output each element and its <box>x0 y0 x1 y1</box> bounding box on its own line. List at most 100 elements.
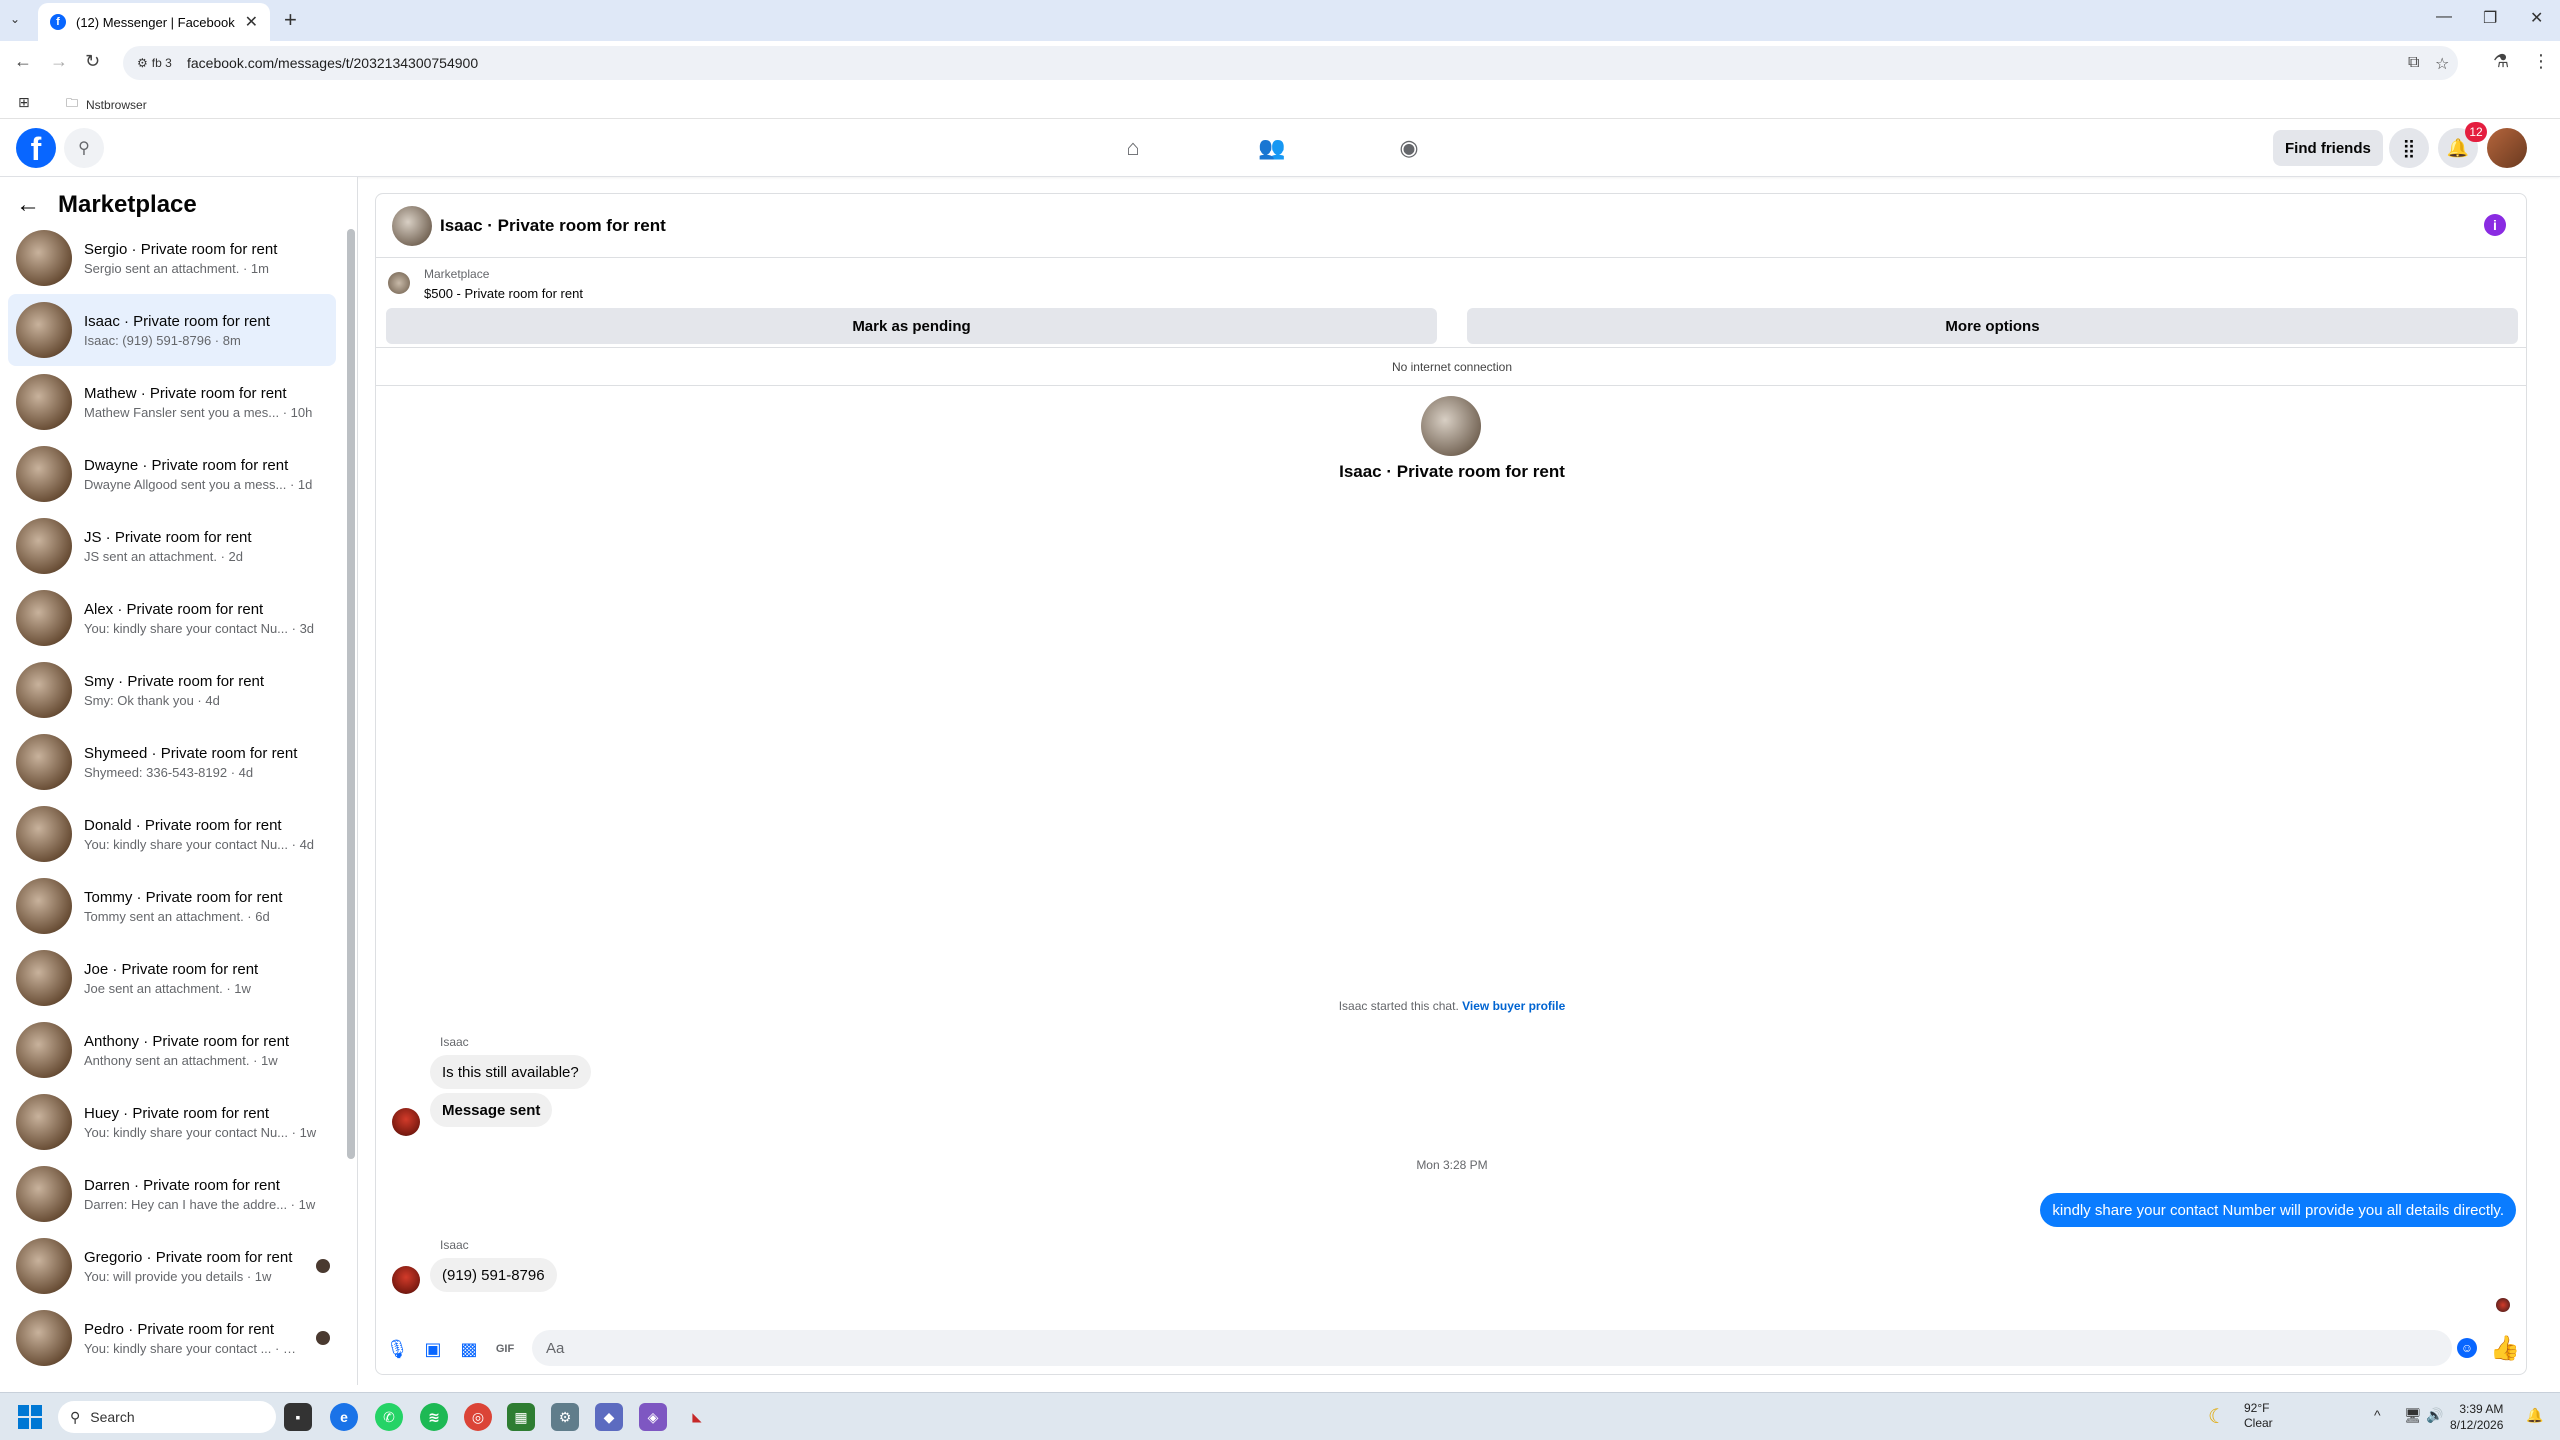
gif-icon[interactable]: GIF <box>494 1338 516 1360</box>
task-view-icon[interactable]: ▪ <box>284 1403 312 1431</box>
groups-icon[interactable]: ◉ <box>1394 133 1424 163</box>
sticker-icon[interactable]: ▩ <box>458 1338 480 1360</box>
bookmark-star-icon[interactable]: ☆ <box>2435 54 2449 74</box>
minimize-icon[interactable]: — <box>2436 8 2452 26</box>
conversation-preview: JS sent an attachment. · 2d <box>84 548 243 564</box>
edge-icon[interactable]: e <box>330 1403 358 1431</box>
conversation-item-active[interactable]: Isaac · Private room for rent Isaac: (919… <box>8 294 336 366</box>
profile-avatar[interactable] <box>2487 128 2527 168</box>
restore-icon[interactable]: ❐ <box>2483 8 2497 28</box>
conversation-item[interactable]: Sergio · Private room for rent Sergio sen… <box>8 222 336 294</box>
conversation-item[interactable]: Pedro · Private room for rent You: kindly… <box>8 1302 336 1374</box>
photo-icon[interactable]: ▣ <box>422 1338 444 1360</box>
install-app-icon[interactable]: ⧉ <box>2408 54 2419 72</box>
seen-avatar <box>316 1331 330 1345</box>
conversation-item[interactable]: Joe · Private room for rent Joe sent an a… <box>8 942 336 1014</box>
home-icon[interactable]: ⌂ <box>1118 133 1148 163</box>
spreadsheet-icon[interactable]: ▦ <box>507 1403 535 1431</box>
conversation-name: Anthony · Private room for rent <box>84 1032 290 1050</box>
info-icon[interactable]: i <box>2484 214 2506 236</box>
view-buyer-profile-link[interactable]: View buyer profile <box>1462 999 1565 1013</box>
listing-price[interactable]: $500 - Private room for rent <box>424 286 583 301</box>
settings-icon[interactable]: ⚙ <box>551 1403 579 1431</box>
search-icon[interactable]: ⚲ <box>64 128 104 168</box>
emoji-icon[interactable]: ☺ <box>2457 1338 2477 1358</box>
my-message-bubble[interactable]: kindly share your contact Number will pr… <box>2040 1193 2516 1227</box>
message-bubble[interactable]: (919) 591-8796 <box>430 1258 557 1292</box>
chevron-up-icon[interactable]: ^ <box>2374 1407 2381 1423</box>
close-window-icon[interactable]: ✕ <box>2530 8 2543 28</box>
more-options-button[interactable]: More options <box>1467 308 2518 344</box>
conversation-item[interactable]: Smy · Private room for rent Smy: Ok thank… <box>8 654 336 726</box>
message-bubble[interactable]: Is this still available? <box>430 1055 591 1089</box>
browser-app-icon[interactable]: ◈ <box>639 1403 667 1431</box>
url-text[interactable]: facebook.com/messages/t/2032134300754900 <box>187 55 478 71</box>
app-icon[interactable]: ◆ <box>595 1403 623 1431</box>
sender-avatar[interactable] <box>392 1108 420 1136</box>
conversation-preview: You: kindly share your contact Nu... · 4… <box>84 836 315 852</box>
facebook-logo-icon[interactable]: f <box>16 128 56 168</box>
chat-started-note: Isaac started this chat. View buyer prof… <box>376 999 2526 1013</box>
bookmarks-bar: ⊞ 🗀 Nstbrowser <box>0 85 2560 119</box>
sender-avatar[interactable] <box>392 1266 420 1294</box>
close-tab-icon[interactable]: ✕ <box>245 12 258 32</box>
conversation-item[interactable]: Huey · Private room for rent You: kindly … <box>8 1086 336 1158</box>
notification-bell-icon[interactable]: 🔔 <box>2526 1407 2543 1424</box>
friends-icon[interactable]: 👥 <box>1257 133 1287 163</box>
conversation-item[interactable]: Mathew · Private room for rent Mathew Fan… <box>8 366 336 438</box>
network-icon[interactable]: 🖥 <box>2404 1407 2422 1424</box>
microphone-icon[interactable]: 🎙 <box>386 1338 409 1360</box>
clock[interactable]: 3:39 AM 8/12/2026 <box>2450 1401 2503 1433</box>
conversation-item[interactable]: Tommy · Private room for rent Tommy sent … <box>8 870 336 942</box>
chrome-icon[interactable]: ◎ <box>464 1403 492 1431</box>
conversation-preview: You: will provide you details · 1w <box>84 1268 272 1284</box>
address-bar[interactable]: ⚙ fb 3 facebook.com/messages/t/2032134300… <box>123 46 2458 80</box>
conversation-item[interactable]: Donald · Private room for rent You: kindl… <box>8 798 336 870</box>
conversation-item[interactable]: Dwayne · Private room for rent Dwayne All… <box>8 438 336 510</box>
conversation-preview: Joe sent an attachment. · 1w <box>84 980 251 996</box>
taskbar-search[interactable]: ⚲ Search <box>58 1401 276 1433</box>
apps-grid-icon[interactable]: ⊞ <box>18 94 30 111</box>
labs-icon[interactable]: ⚗ <box>2493 51 2509 72</box>
listing-thumbnail <box>16 1166 72 1222</box>
new-tab-icon[interactable]: + <box>284 7 297 33</box>
bookmark-nstbrowser[interactable]: 🗀 Nstbrowser <box>66 94 147 115</box>
conversation-name: Huey · Private room for rent <box>84 1104 270 1122</box>
conversation-item[interactable]: Gregorio · Private room for rent You: wil… <box>8 1230 336 1302</box>
chat-avatar[interactable] <box>392 206 432 246</box>
conversation-item[interactable]: JS · Private room for rent JS sent an att… <box>8 510 336 582</box>
menu-icon[interactable]: ⋮ <box>2532 51 2550 72</box>
message-input[interactable]: Aa <box>532 1330 2452 1366</box>
profile-chip[interactable]: ⚙ fb 3 <box>131 53 178 73</box>
like-icon[interactable]: 👍 <box>2490 1334 2520 1363</box>
back-icon[interactable]: ← <box>14 51 32 72</box>
conversation-preview: Tommy sent an attachment. · 6d <box>84 908 270 924</box>
tab-search-icon[interactable]: ⌄ <box>10 12 20 26</box>
reload-icon[interactable]: ↻ <box>85 51 100 72</box>
conversation-list: Sergio · Private room for rent Sergio sen… <box>8 222 336 1374</box>
chat-title[interactable]: Isaac · Private room for rent <box>440 216 666 236</box>
conversation-item[interactable]: Darren · Private room for rent Darren: He… <box>8 1158 336 1230</box>
find-friends-button[interactable]: Find friends <box>2273 130 2383 166</box>
conversation-item[interactable]: Alex · Private room for rent You: kindly … <box>8 582 336 654</box>
small-app-icon[interactable]: ◣ <box>683 1403 711 1431</box>
message-bubble[interactable]: Message sent <box>430 1093 553 1127</box>
windows-taskbar: ⚲ Search ▪ e ✆ ≋ ◎ ▦ ⚙ ◆ ◈ ◣ ☾ 92°F Clear … <box>0 1392 2560 1440</box>
menu-grid-icon[interactable]: ⣿ <box>2389 128 2429 168</box>
sidebar-scrollbar[interactable] <box>346 229 356 1329</box>
conversation-preview: Sergio sent an attachment. · 1m <box>84 260 269 276</box>
back-arrow-icon[interactable]: ← <box>16 191 40 219</box>
forward-icon[interactable]: → <box>50 51 68 72</box>
message-composer: 🎙 ▣ ▩ GIF Aa ☺ 👍 <box>376 1322 2526 1374</box>
browser-tab[interactable]: f (12) Messenger | Facebook ✕ <box>38 3 270 41</box>
conversation-item[interactable]: Shymeed · Private room for rent Shymeed: … <box>8 726 336 798</box>
start-icon[interactable] <box>18 1405 42 1429</box>
volume-icon[interactable]: 🔊 <box>2426 1407 2443 1424</box>
listing-thumbnail <box>16 374 72 430</box>
weather-widget[interactable]: 92°F Clear <box>2244 1401 2273 1431</box>
conversation-item[interactable]: Anthony · Private room for rent Anthony s… <box>8 1014 336 1086</box>
scrollbar-thumb[interactable] <box>347 229 355 1159</box>
whatsapp-icon[interactable]: ✆ <box>375 1403 403 1431</box>
mark-pending-button[interactable]: Mark as pending <box>386 308 1437 344</box>
spotify-icon[interactable]: ≋ <box>420 1403 448 1431</box>
